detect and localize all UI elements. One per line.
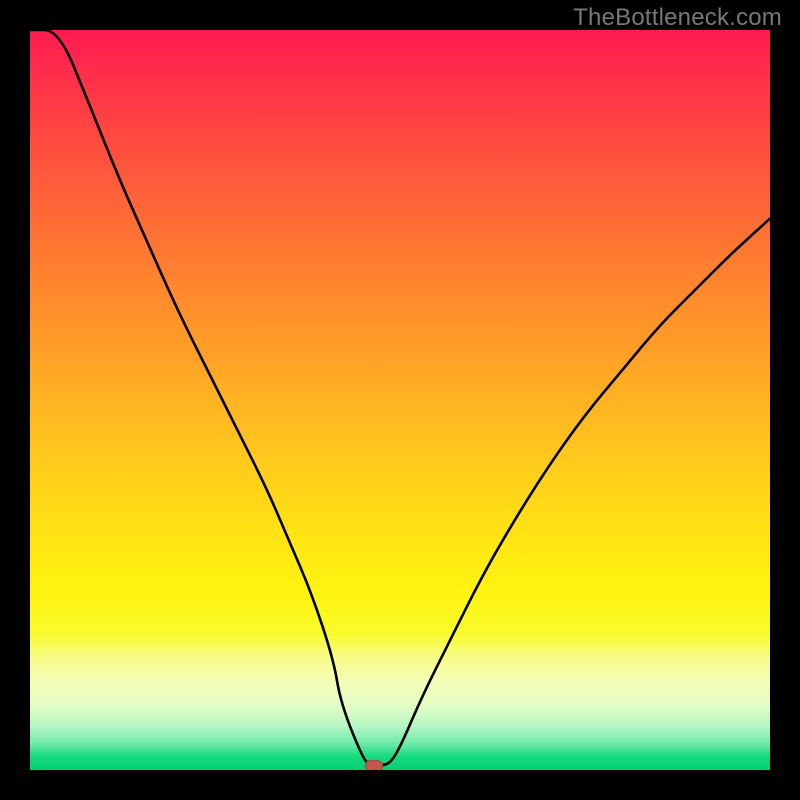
bottleneck-curve [30, 30, 770, 770]
chart-frame: TheBottleneck.com [0, 0, 800, 800]
watermark-text: TheBottleneck.com [573, 4, 782, 32]
plot-area [30, 30, 770, 770]
valley-marker [365, 760, 383, 770]
